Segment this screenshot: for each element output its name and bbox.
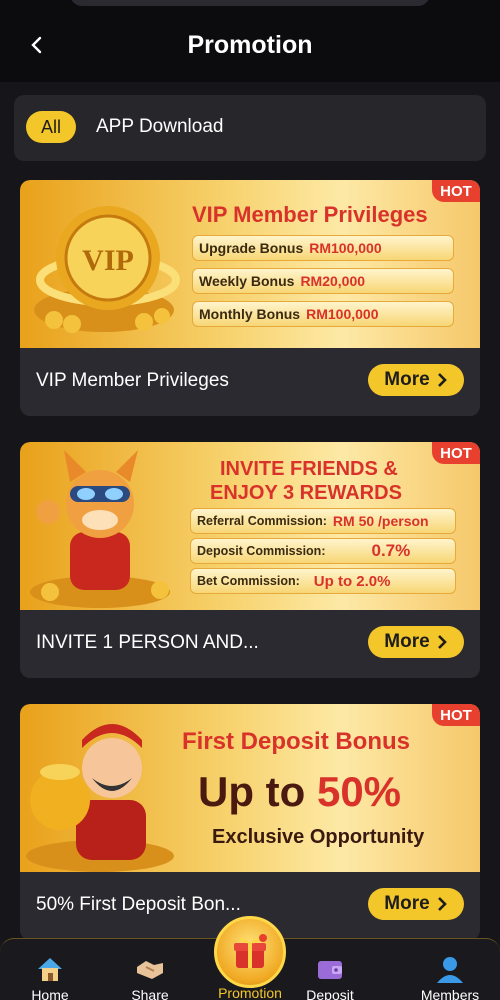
vip-banner[interactable]: VIP HOT VIP Member Privileges Upgrade Bo… [20,180,480,348]
nav-promotion-label: Promotion [218,985,282,1000]
gift-icon [234,934,267,968]
banner-title-line2: ENJOY 3 REWARDS [210,482,402,504]
nav-promotion[interactable] [214,916,286,988]
handshake-icon [134,953,166,985]
vip-row-weekly: Weekly Bonus RM20,000 [192,268,454,294]
more-button[interactable]: More [368,364,464,396]
chevron-right-icon [437,373,447,387]
fortune-god-icon [26,724,174,872]
banner-title: VIP Member Privileges [192,202,428,227]
promo-card-first-deposit[interactable]: HOT First Deposit Bonus Up to 50% Exclus… [20,704,480,940]
banner-title: First Deposit Bonus [182,728,411,755]
banner-subtext: Exclusive Opportunity [212,826,425,848]
banner-big-text: Up to 50% [198,768,402,815]
page-title: Promotion [187,31,313,59]
user-icon [434,953,466,985]
first-deposit-banner[interactable]: HOT First Deposit Bonus Up to 50% Exclus… [20,704,480,872]
vip-coin-icon: VIP [34,206,180,333]
promo-card-vip[interactable]: VIP HOT VIP Member Privileges Upgrade Bo… [20,180,480,416]
card-caption: VIP Member Privileges [36,370,229,391]
card-caption: 50% First Deposit Bon... [36,894,241,915]
more-button[interactable]: More [368,626,464,658]
invite-row-referral: Referral Commission: RM 50 /person [190,508,456,534]
hot-badge: HOT [432,180,480,202]
nav-share[interactable]: Share [110,953,190,1000]
invite-banner[interactable]: HOT INVITE FRIENDS & ENJOY 3 REWARDS Ref… [20,442,480,610]
filter-bar: All APP Download [14,95,486,161]
top-bar: Promotion [0,0,500,82]
nav-deposit[interactable]: Deposit [290,953,370,1000]
invite-row-deposit: Deposit Commission: 0.7% [190,538,456,564]
nav-members[interactable]: Members [410,953,490,1000]
vip-row-upgrade: Upgrade Bonus RM100,000 [192,235,454,261]
hot-badge: HOT [432,704,480,726]
nav-home[interactable]: Home [10,953,90,1000]
promo-card-invite[interactable]: HOT INVITE FRIENDS & ENJOY 3 REWARDS Ref… [20,442,480,678]
hot-badge: HOT [432,442,480,464]
wallet-icon [314,953,346,985]
card-caption: INVITE 1 PERSON AND... [36,632,259,653]
vip-row-monthly: Monthly Bonus RM100,000 [192,301,454,327]
chevron-right-icon [437,635,447,649]
invite-row-bet: Bet Commission: Up to 2.0% [190,568,456,594]
banner-title-line1: INVITE FRIENDS & [220,458,398,480]
status-notch [70,0,430,6]
fox-mascot-icon [30,450,170,608]
filter-app-download[interactable]: APP Download [96,116,223,138]
more-button[interactable]: More [368,888,464,920]
chevron-right-icon [437,897,447,911]
filter-all-chip[interactable]: All [26,111,76,143]
svg-text:VIP: VIP [82,244,134,277]
home-icon [34,953,66,985]
